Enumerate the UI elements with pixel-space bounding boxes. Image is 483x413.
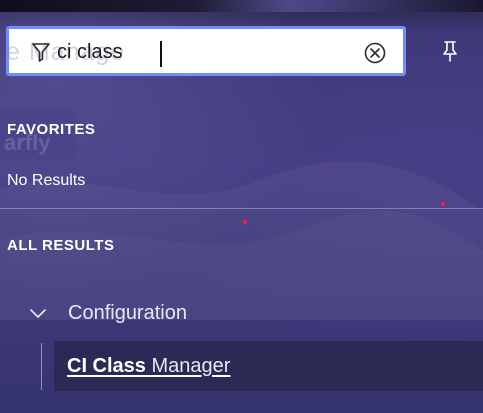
marker-dot bbox=[243, 220, 247, 224]
result-link[interactable]: CI Class Manager bbox=[67, 355, 230, 378]
group-configuration[interactable]: Configuration bbox=[30, 298, 187, 328]
tree-connector-line bbox=[41, 343, 42, 390]
result-rest-text: Manager bbox=[145, 354, 231, 377]
result-match-text: CI Class bbox=[67, 354, 146, 377]
filter-search-box[interactable] bbox=[6, 26, 406, 76]
favorites-empty-text: No Results bbox=[7, 172, 86, 189]
pin-icon[interactable] bbox=[441, 40, 459, 62]
filter-icon bbox=[32, 43, 50, 62]
result-item-ci-class-manager[interactable]: CI Class Manager bbox=[54, 341, 483, 391]
search-input[interactable] bbox=[57, 37, 347, 67]
section-divider bbox=[0, 208, 483, 209]
text-cursor bbox=[160, 41, 162, 67]
group-label: Configuration bbox=[68, 301, 187, 324]
all-results-heading: ALL RESULTS bbox=[7, 237, 115, 254]
marker-dot bbox=[441, 202, 445, 206]
clear-search-button[interactable] bbox=[363, 41, 387, 65]
favorites-heading: FAVORITES bbox=[7, 121, 96, 138]
chevron-down-icon bbox=[30, 309, 46, 318]
top-edge-strip bbox=[0, 0, 483, 12]
